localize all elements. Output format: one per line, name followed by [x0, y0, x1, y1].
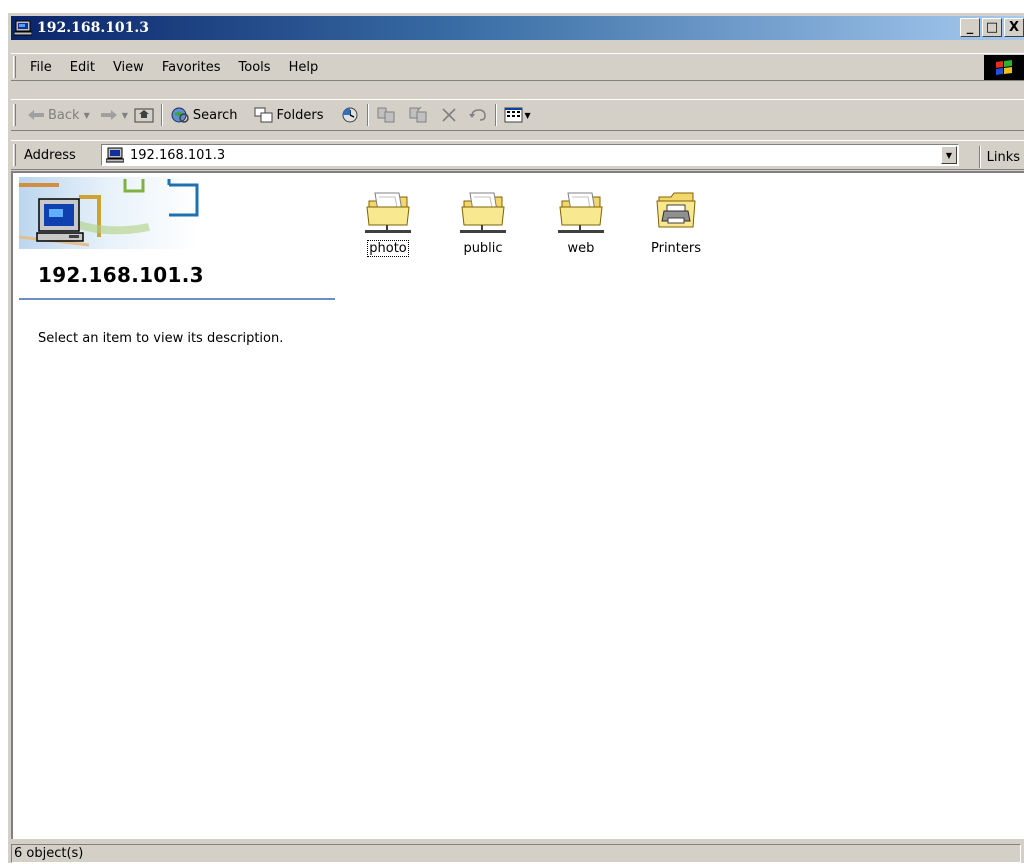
menu-help[interactable]: Help	[280, 60, 328, 75]
views-dropdown-icon[interactable]: ▼	[525, 111, 531, 120]
share-public[interactable]: public	[443, 187, 523, 256]
network-computer-icon	[36, 198, 84, 242]
share-photo[interactable]: photo	[348, 187, 428, 257]
move-to-button[interactable]	[373, 103, 399, 127]
standard-toolbar: Back ▼ ▼ Search Folders ▼	[11, 99, 1024, 131]
delete-x-icon	[441, 108, 456, 122]
forward-arrow-icon	[100, 110, 117, 120]
forward-button[interactable]: ▼	[97, 103, 131, 127]
status-bar: 6 object(s)	[11, 843, 1024, 864]
search-label: Search	[192, 107, 238, 123]
up-folder-icon	[134, 108, 154, 123]
address-dropdown-button[interactable]: ▼	[941, 146, 957, 164]
address-value[interactable]: 192.168.101.3	[130, 148, 225, 163]
windows-flag-icon	[996, 59, 1012, 75]
address-bar: Address 192.168.101.3 ▼ Links	[11, 140, 1024, 170]
folder-view[interactable]: 192.168.101.3 Select an item to view its…	[11, 171, 1024, 839]
menu-favorites[interactable]: Favorites	[153, 60, 230, 75]
back-arrow-icon	[28, 110, 44, 120]
explorer-window: 192.168.101.3 _ □ X File Edit View Favor…	[7, 12, 1024, 863]
menu-bar: File Edit View Favorites Tools Help	[11, 53, 1024, 81]
printers-label: Printers	[650, 241, 702, 256]
computer-icon	[14, 20, 32, 36]
toolbar-separator	[366, 104, 369, 126]
computer-icon	[106, 147, 124, 163]
copy-to-button[interactable]	[405, 103, 431, 127]
toolbar-grip[interactable]	[13, 104, 16, 126]
copy-to-icon	[409, 106, 426, 123]
close-button[interactable]: X	[1004, 18, 1024, 37]
windows-logo	[984, 55, 1024, 80]
up-button[interactable]	[131, 103, 157, 127]
printers-folder[interactable]: Printers	[636, 187, 716, 256]
history-clock-icon	[342, 107, 357, 123]
toolbar-separator	[160, 104, 163, 126]
links-label: Links	[986, 149, 1020, 165]
info-pane-description: Select an item to view its description.	[38, 331, 284, 346]
shared-folder-icon	[365, 192, 411, 233]
folders-label: Folders	[276, 107, 324, 123]
links-button[interactable]: Links	[978, 146, 1024, 168]
views-icon	[504, 107, 522, 123]
move-to-icon	[377, 107, 394, 123]
views-button[interactable]: ▼	[501, 103, 534, 127]
menu-view[interactable]: View	[104, 60, 153, 75]
window-title: 192.168.101.3	[37, 20, 150, 36]
share-web[interactable]: web	[541, 187, 621, 256]
menu-file[interactable]: File	[16, 60, 61, 75]
maximize-button[interactable]: □	[982, 18, 1002, 37]
info-pane-title: 192.168.101.3	[38, 263, 204, 287]
status-object-count: 6 object(s)	[11, 844, 1021, 863]
share-label: public	[463, 241, 503, 256]
menu-tools[interactable]: Tools	[230, 60, 280, 75]
history-button[interactable]	[337, 103, 363, 127]
menu-edit[interactable]: Edit	[61, 60, 104, 75]
search-button[interactable]: Search	[167, 103, 241, 127]
back-label: Back	[48, 107, 80, 123]
address-label: Address	[24, 147, 76, 163]
web-view-info-pane: 192.168.101.3 Select an item to view its…	[18, 177, 335, 346]
search-globe-icon	[171, 107, 189, 123]
printers-folder-icon	[656, 192, 696, 228]
banner-graphic	[18, 177, 199, 249]
back-dropdown-icon[interactable]: ▼	[84, 111, 90, 120]
address-field[interactable]: 192.168.101.3 ▼	[101, 144, 959, 166]
minimize-button[interactable]: _	[960, 18, 980, 37]
back-button[interactable]: Back ▼	[24, 103, 93, 127]
forward-dropdown-icon[interactable]: ▼	[122, 111, 128, 120]
delete-button[interactable]	[437, 103, 461, 127]
undo-button[interactable]	[465, 103, 491, 127]
folders-button[interactable]: Folders	[251, 103, 327, 127]
title-bar[interactable]: 192.168.101.3 _ □ X	[11, 16, 1024, 40]
info-pane-divider	[19, 298, 335, 300]
share-label: web	[567, 241, 595, 256]
toolbar-separator	[978, 146, 981, 168]
undo-icon	[468, 109, 486, 121]
shared-folder-icon	[558, 192, 604, 233]
share-label: photo	[367, 240, 409, 257]
shared-folder-icon	[460, 192, 506, 233]
folders-icon	[254, 107, 273, 123]
address-bar-grip[interactable]	[13, 144, 16, 166]
toolbar-separator	[494, 104, 497, 126]
